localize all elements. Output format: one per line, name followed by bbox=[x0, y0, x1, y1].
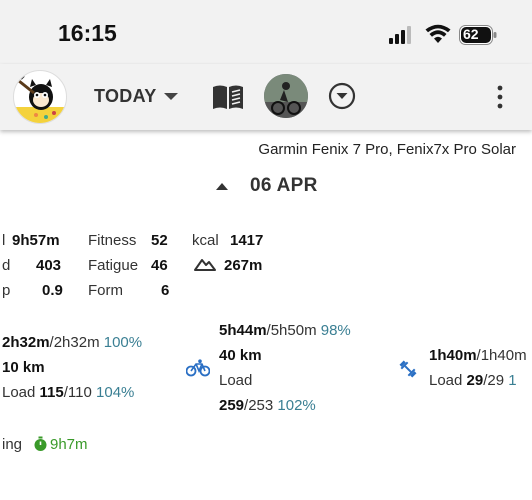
athlete-photo-avatar[interactable] bbox=[264, 74, 308, 118]
bottom-label: ing bbox=[2, 436, 23, 453]
app-bar: TODAY bbox=[0, 64, 532, 130]
fatigue-value: 46 bbox=[151, 257, 168, 274]
sport-center-time-value: 5h44m bbox=[219, 322, 267, 339]
current-date: 06 APR bbox=[250, 175, 318, 196]
stat-value: 0.9 bbox=[42, 282, 63, 299]
sport-right-load-pct: 1 bbox=[508, 372, 517, 389]
stat-label: l bbox=[2, 232, 6, 249]
sport-center-time-pct: 98% bbox=[320, 322, 351, 339]
sport-left-load-label: Load bbox=[2, 384, 36, 401]
sport-left-distance-value: 10 km bbox=[2, 359, 45, 376]
cat-mascot-avatar[interactable] bbox=[13, 70, 67, 124]
wifi-icon bbox=[425, 24, 451, 43]
sport-left-load-target: /110 bbox=[63, 384, 92, 401]
elevation-value: 267m bbox=[224, 257, 263, 274]
sport-center-time: 5h44m/5h50m 98% bbox=[219, 322, 351, 339]
sport-left-time: 2h32m/2h32m 100% bbox=[2, 334, 142, 351]
sport-right-time: 1h40m/1h40m bbox=[429, 347, 527, 364]
sport-center-load-target: /253 bbox=[244, 397, 274, 414]
sport-right-load-label: Load bbox=[429, 372, 463, 389]
bike-icon bbox=[186, 359, 210, 377]
sport-center-time-target: /5h50m bbox=[266, 322, 317, 339]
status-time: 16:15 bbox=[58, 20, 117, 46]
chevron-down-icon[interactable] bbox=[164, 93, 178, 100]
circle-chevron-down-icon[interactable] bbox=[328, 82, 356, 110]
date-selector[interactable]: TODAY bbox=[94, 86, 157, 107]
sport-left-distance: 10 km bbox=[2, 359, 45, 376]
kcal-label: kcal bbox=[192, 232, 219, 249]
sport-left-time-value: 2h32m bbox=[2, 334, 50, 351]
sport-center-distance: 40 km bbox=[219, 347, 262, 364]
stat-label: p bbox=[2, 282, 11, 299]
stat-value: 9h57m bbox=[12, 232, 60, 249]
sport-center-load-label: Load bbox=[219, 372, 252, 389]
status-bar: 16:15 62 bbox=[0, 0, 532, 64]
mountain-icon bbox=[194, 259, 216, 271]
battery-level: 62 bbox=[463, 26, 479, 42]
sport-left-load-value: 115 bbox=[39, 384, 64, 401]
cellular-signal-icon bbox=[389, 26, 411, 44]
sport-right-load-value: 29 bbox=[466, 372, 484, 389]
more-vertical-icon[interactable] bbox=[492, 84, 508, 110]
sport-center-load-pct: 102% bbox=[277, 397, 316, 414]
dumbbell-icon bbox=[399, 360, 417, 378]
bottom-value: 9h7m bbox=[50, 436, 88, 453]
fitness-label: Fitness bbox=[88, 232, 137, 249]
stat-value: 403 bbox=[36, 257, 62, 274]
device-name: Garmin Fenix 7 Pro, Fenix7x Pro Solar bbox=[258, 141, 516, 158]
sport-center-load-label-text: Load bbox=[219, 372, 253, 389]
fitness-value: 52 bbox=[151, 232, 168, 249]
kcal-value: 1417 bbox=[230, 232, 264, 249]
sport-right-time-value: 1h40m bbox=[429, 347, 477, 364]
sport-left-load-pct: 104% bbox=[96, 384, 135, 401]
sport-left-time-target: /2h32m bbox=[49, 334, 100, 351]
stopwatch-icon bbox=[34, 436, 47, 451]
form-label: Form bbox=[88, 282, 123, 299]
sport-right-load: Load 29/29 1 bbox=[429, 372, 517, 389]
stat-label: d bbox=[2, 257, 11, 274]
fatigue-label: Fatigue bbox=[88, 257, 139, 274]
form-value: 6 bbox=[161, 282, 170, 299]
sport-center-load-value: 259 bbox=[219, 397, 245, 414]
sport-left-time-pct: 100% bbox=[103, 334, 143, 351]
sport-left-load: Load 115/110 104% bbox=[2, 384, 134, 401]
sport-center-load: 259/253 102% bbox=[219, 397, 316, 414]
chevron-up-icon[interactable] bbox=[216, 183, 228, 190]
sport-right-load-target: /29 bbox=[483, 372, 505, 389]
sport-right-time-target: /1h40m bbox=[476, 347, 527, 364]
book-open-icon[interactable] bbox=[212, 84, 244, 110]
sport-center-distance-value: 40 km bbox=[219, 347, 262, 364]
